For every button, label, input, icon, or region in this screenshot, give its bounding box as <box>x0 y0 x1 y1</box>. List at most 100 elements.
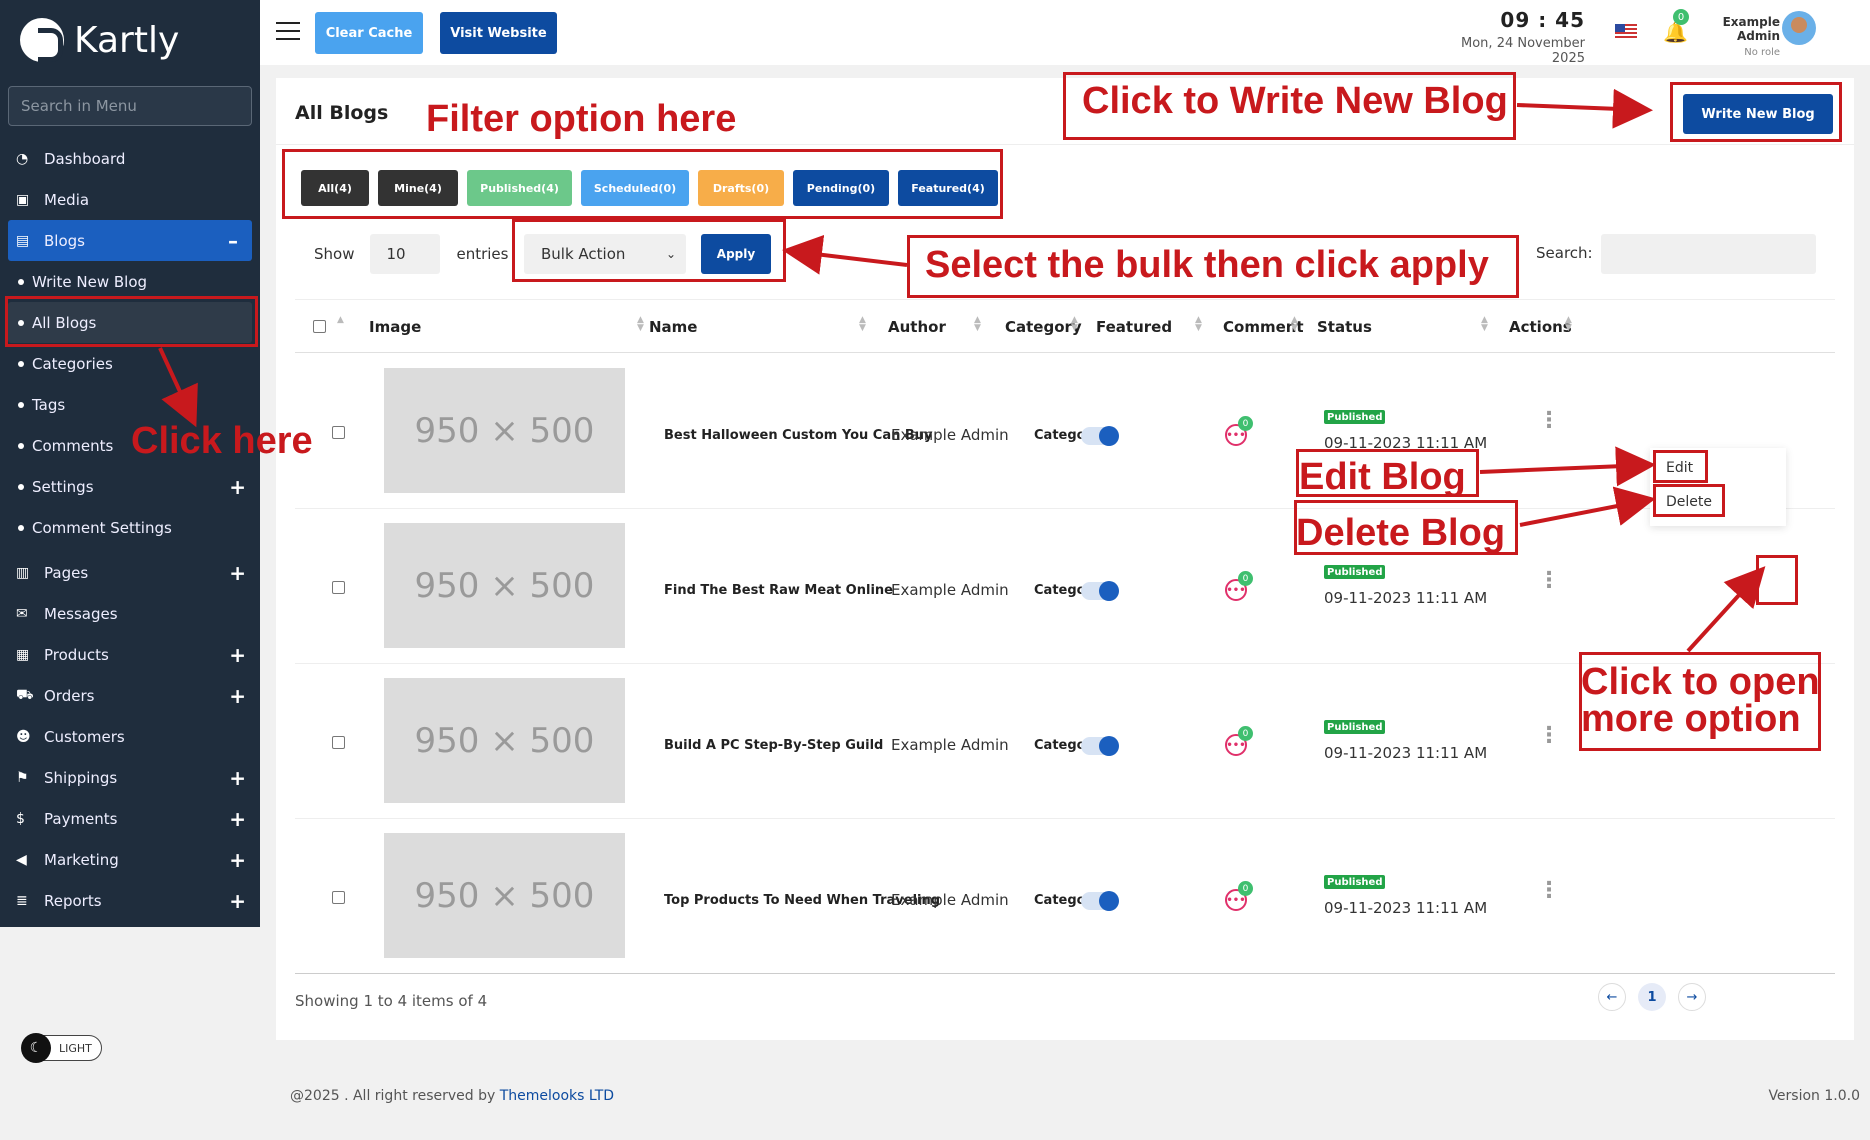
sidebar-item-blogs[interactable]: ▤ Blogs – <box>8 220 252 261</box>
more-options-icon[interactable]: ⋮ <box>1538 410 1560 432</box>
sidebar-item-reports[interactable]: ≣ Reports + <box>0 880 260 921</box>
featured-toggle[interactable] <box>1081 891 1119 911</box>
more-options-icon[interactable]: ⋮ <box>1538 725 1560 747</box>
expand-icon[interactable]: + <box>229 889 246 913</box>
sidebar-item-label: Media <box>44 190 90 209</box>
prev-page-button[interactable]: ← <box>1598 983 1626 1011</box>
row-checkbox[interactable] <box>332 891 345 904</box>
expand-icon[interactable]: + <box>229 643 246 667</box>
column-status[interactable]: Status <box>1317 318 1372 336</box>
sort-icon[interactable]: ▲ ▼ <box>859 316 866 333</box>
sort-icon[interactable]: ▲ ▼ <box>1481 316 1488 333</box>
showing-info: Showing 1 to 4 items of 4 <box>295 992 488 1010</box>
sidebar-item-tags[interactable]: Tags <box>0 384 260 425</box>
us-flag-icon[interactable] <box>1615 24 1637 40</box>
sidebar-item-media[interactable]: ▣ Media <box>0 179 260 220</box>
annotation-box-filters <box>282 149 1003 219</box>
sort-icon[interactable]: ▲ ▼ <box>637 316 644 333</box>
clock-date: Mon, 24 November 2025 <box>1461 36 1585 66</box>
sidebar-item-shippings[interactable]: ⚑ Shippings + <box>0 757 260 798</box>
payments-icon: $ <box>16 810 25 827</box>
sort-icon[interactable]: ▲ <box>337 316 344 325</box>
copyright-text: @2025 . All right reserved by <box>290 1088 496 1104</box>
expand-icon[interactable]: + <box>229 848 246 872</box>
annotation-box-more <box>1756 555 1798 605</box>
clock: 09 : 45 Mon, 24 November 2025 <box>1445 8 1585 66</box>
row-checkbox[interactable] <box>332 736 345 749</box>
sort-icon[interactable]: ▲ ▼ <box>1071 316 1078 333</box>
more-options-icon[interactable]: ⋮ <box>1538 880 1560 902</box>
annotation-write-new: Click to Write New Blog <box>1082 80 1508 122</box>
select-all-checkbox[interactable] <box>313 320 326 333</box>
next-page-button[interactable]: → <box>1678 983 1706 1011</box>
sidebar-item-label: Dashboard <box>44 149 126 168</box>
kartly-logo-icon <box>20 18 64 62</box>
clear-cache-button[interactable]: Clear Cache <box>315 12 423 54</box>
sidebar-item-orders[interactable]: ⛟ Orders + <box>0 675 260 716</box>
sidebar-item-label: Write New Blog <box>32 272 148 291</box>
more-options-icon[interactable]: ⋮ <box>1538 570 1560 592</box>
sort-icon[interactable]: ▲ ▼ <box>1565 316 1572 333</box>
search-input[interactable] <box>1601 234 1816 274</box>
expand-icon[interactable]: + <box>229 561 246 585</box>
sidebar-item-label: Settings <box>32 477 94 496</box>
sidebar-item-comment-settings[interactable]: Comment Settings <box>0 507 260 548</box>
sidebar-item-products[interactable]: ▦ Products + <box>0 634 260 675</box>
column-actions[interactable]: Actions <box>1509 318 1572 336</box>
hamburger-menu-icon[interactable] <box>276 22 300 40</box>
sidebar-item-label: Messages <box>44 604 118 623</box>
blog-name[interactable]: Build A PC Step-By-Step Guild <box>664 738 883 753</box>
sidebar-item-label: Comments <box>32 436 114 455</box>
sort-icon[interactable]: ▲ ▼ <box>974 316 981 333</box>
row-checkbox[interactable] <box>332 426 345 439</box>
menu-search-input[interactable] <box>21 97 239 115</box>
collapse-icon[interactable]: – <box>228 229 238 253</box>
sidebar-item-label: Shippings <box>44 768 118 787</box>
sidebar-item-label: Comment Settings <box>32 518 172 537</box>
sidebar-item-messages[interactable]: ✉ Messages <box>0 593 260 634</box>
featured-toggle[interactable] <box>1081 426 1119 446</box>
sidebar: Kartly ◔ Dashboard ▣ Media ▤ Blogs – Write N… <box>0 0 260 927</box>
bullet-icon <box>18 401 24 408</box>
row-checkbox[interactable] <box>332 581 345 594</box>
column-featured[interactable]: Featured <box>1096 318 1172 336</box>
visit-website-button[interactable]: Visit Website <box>440 12 557 54</box>
sidebar-item-marketing[interactable]: ◀ Marketing + <box>0 839 260 880</box>
sort-icon[interactable]: ▲ ▼ <box>1195 316 1202 333</box>
expand-icon[interactable]: + <box>229 766 246 790</box>
sidebar-item-payments[interactable]: $ Payments + <box>0 798 260 839</box>
user-role: No role <box>1744 47 1780 58</box>
blog-thumbnail: 950 × 500 <box>384 678 625 803</box>
user-menu[interactable]: Example Admin No role <box>1700 15 1780 58</box>
featured-toggle[interactable] <box>1081 581 1119 601</box>
sidebar-item-customers[interactable]: ☻ Customers <box>0 716 260 757</box>
sidebar-item-categories[interactable]: Categories <box>0 343 260 384</box>
blog-name[interactable]: Find The Best Raw Meat Online <box>664 583 893 598</box>
annotation-more-line1: Click to open <box>1581 661 1820 703</box>
company-link[interactable]: Themelooks LTD <box>500 1088 614 1104</box>
annotation-box-write-button <box>1670 82 1842 142</box>
expand-icon[interactable]: + <box>229 475 246 499</box>
entries-input[interactable]: 10 <box>370 234 441 274</box>
sidebar-item-dashboard[interactable]: ◔ Dashboard <box>0 138 260 179</box>
annotation-bulk: Select the bulk then click apply <box>925 244 1489 286</box>
sort-icon[interactable]: ▲ ▼ <box>1291 316 1298 333</box>
theme-toggle[interactable]: ☾ LIGHT <box>21 1033 102 1063</box>
blog-date: 09-11-2023 11:11 AM <box>1324 589 1488 607</box>
sidebar-item-label: Reports <box>44 891 102 910</box>
table-header: ▲ Image ▲ ▼ Name ▲ ▼ Author ▲ ▼ Category ▲ ▼… <box>295 299 1835 353</box>
brand-logo[interactable]: Kartly <box>0 0 260 80</box>
column-author[interactable]: Author <box>888 318 946 336</box>
featured-toggle[interactable] <box>1081 736 1119 756</box>
page-footer: @2025 . All right reserved by Themelooks… <box>290 1088 614 1104</box>
expand-icon[interactable]: + <box>229 807 246 831</box>
expand-icon[interactable]: + <box>229 684 246 708</box>
customers-icon: ☻ <box>16 728 31 745</box>
column-name[interactable]: Name <box>649 318 697 336</box>
sidebar-item-settings[interactable]: Settings + <box>0 466 260 507</box>
page-1-button[interactable]: 1 <box>1638 983 1666 1011</box>
avatar[interactable] <box>1782 11 1816 45</box>
column-image[interactable]: Image <box>369 318 421 336</box>
notification-badge: 0 <box>1673 9 1689 25</box>
sidebar-item-pages[interactable]: ▥ Pages + <box>0 552 260 593</box>
